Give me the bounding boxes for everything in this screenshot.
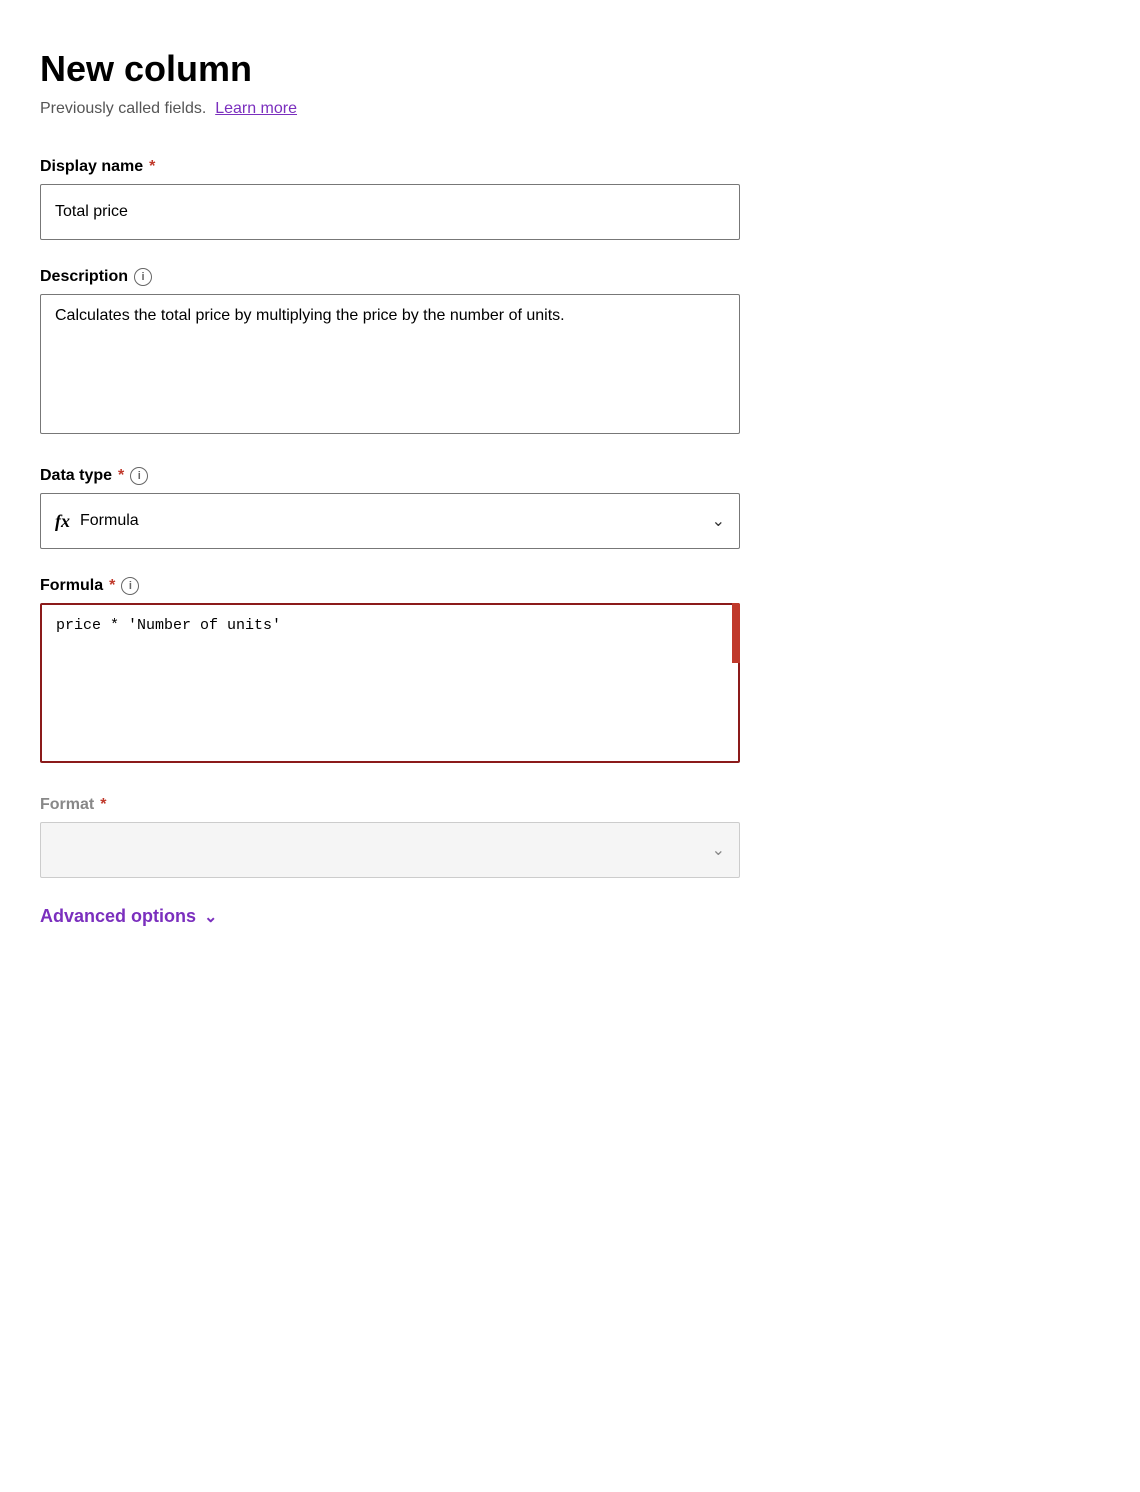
formula-info-icon[interactable]: i — [121, 577, 139, 595]
learn-more-link[interactable]: Learn more — [215, 100, 297, 117]
formula-textarea[interactable]: price * 'Number of units' — [40, 603, 740, 763]
data-type-required: * — [118, 467, 124, 485]
formula-fx-icon: fx — [55, 511, 70, 532]
data-type-chevron-icon: ⌄ — [712, 511, 725, 531]
advanced-options-toggle[interactable]: Advanced options ⌄ — [40, 906, 1100, 927]
format-chevron-icon: ⌄ — [712, 840, 725, 860]
format-label: Format * — [40, 796, 740, 814]
formula-group: Formula * i price * 'Number of units' — [40, 577, 1100, 768]
formula-label: Formula * i — [40, 577, 1100, 595]
format-required: * — [100, 796, 106, 814]
display-name-input[interactable] — [40, 184, 740, 240]
data-type-info-icon[interactable]: i — [130, 467, 148, 485]
data-type-select-wrapper: fx Formula ⌄ — [40, 493, 740, 549]
advanced-options-label: Advanced options — [40, 906, 196, 927]
data-type-select[interactable]: fx Formula ⌄ — [40, 493, 740, 549]
display-name-label: Display name * — [40, 158, 1100, 176]
format-group: Format * ⌄ — [40, 796, 740, 878]
data-type-label: Data type * i — [40, 467, 1100, 485]
description-group: Description i Calculates the total price… — [40, 268, 1100, 439]
format-select[interactable]: ⌄ — [40, 822, 740, 878]
description-info-icon[interactable]: i — [134, 268, 152, 286]
display-name-group: Display name * — [40, 158, 1100, 240]
display-name-required: * — [149, 158, 155, 176]
description-label: Description i — [40, 268, 1100, 286]
formula-required: * — [109, 577, 115, 595]
data-type-select-left: fx Formula — [55, 511, 139, 532]
advanced-options-chevron-icon: ⌄ — [204, 907, 217, 927]
formula-wrapper: price * 'Number of units' — [40, 603, 740, 768]
description-textarea[interactable]: Calculates the total price by multiplyin… — [40, 294, 740, 434]
data-type-group: Data type * i fx Formula ⌄ — [40, 467, 1100, 549]
subtitle-text: Previously called fields. — [40, 100, 206, 117]
page-title: New column — [40, 48, 1100, 90]
formula-error-indicator — [732, 603, 740, 663]
subtitle: Previously called fields. Learn more — [40, 100, 1100, 118]
data-type-value: Formula — [80, 512, 139, 530]
